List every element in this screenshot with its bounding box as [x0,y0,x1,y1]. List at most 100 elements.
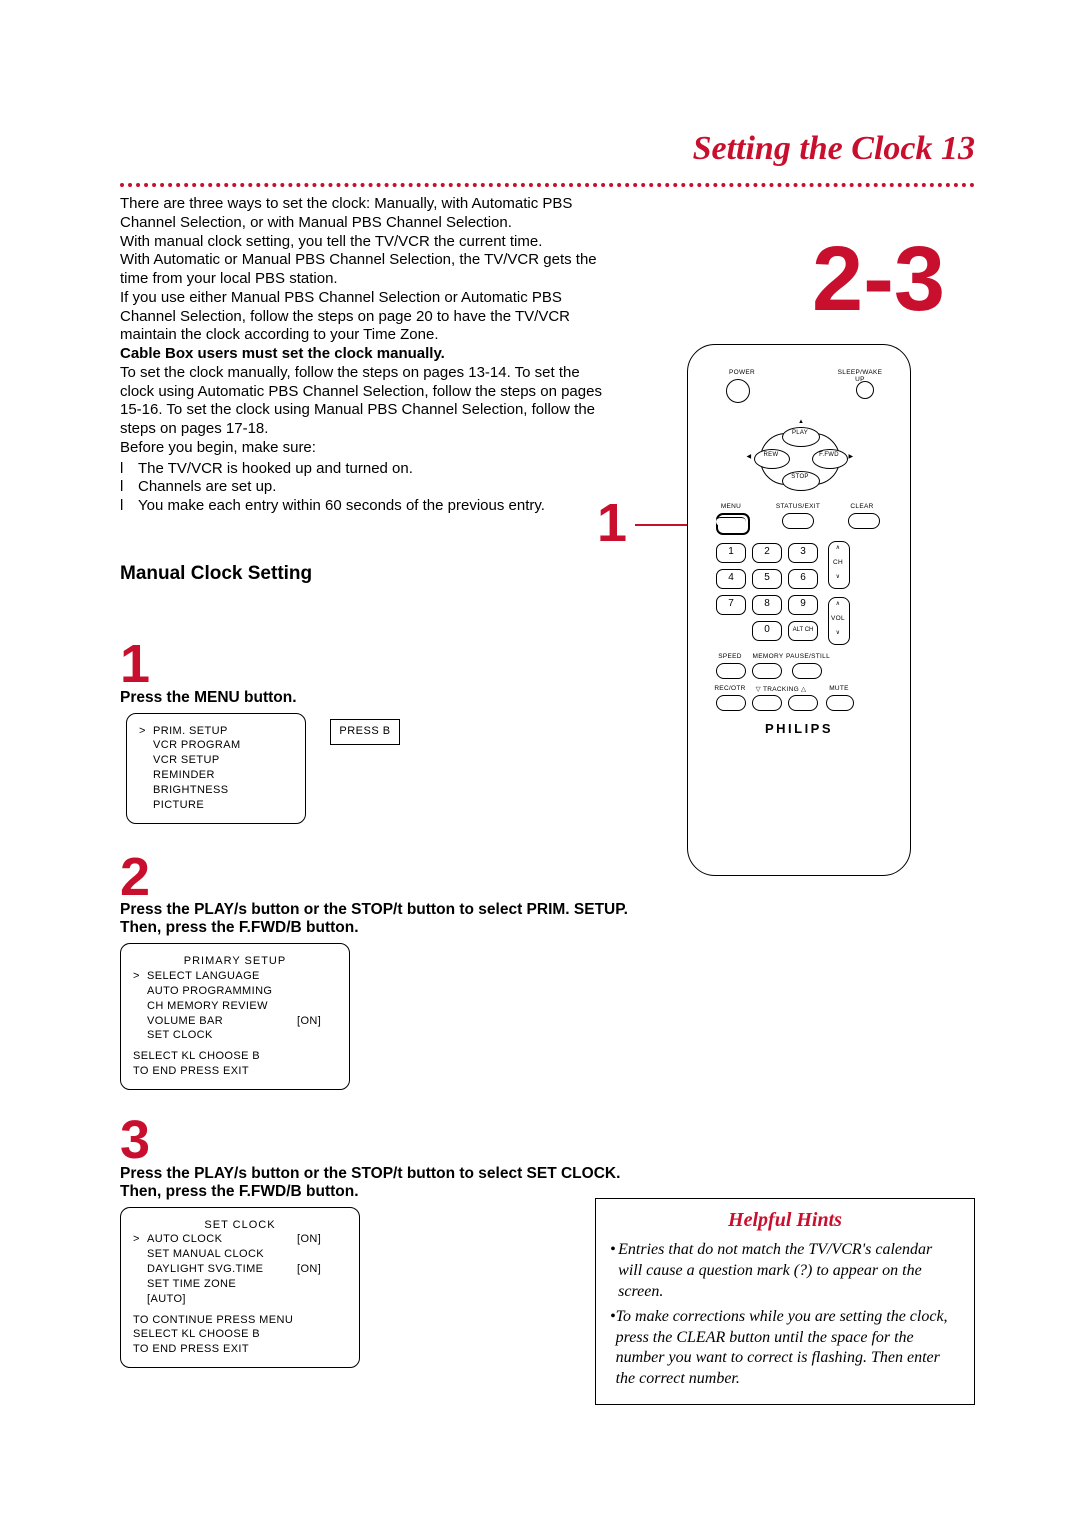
section-heading: Manual Clock Setting [120,562,610,586]
intro-bullets: lThe TV/VCR is hooked up and turned on. … [120,460,610,516]
remote-pause-button[interactable] [792,663,822,679]
osd-line: SELECT LANGUAGE [147,969,297,984]
osd-line: AUTO PROGRAMMING [147,984,297,999]
osd-line: AUTO CLOCK [147,1232,297,1247]
step-number: 3 [120,1116,640,1165]
hint-text: To make corrections while you are settin… [616,1307,960,1390]
remote-label-rew: REW [754,452,788,458]
intro-bullet: The TV/VCR is hooked up and turned on. [138,460,413,479]
remote-key-8[interactable]: 8 [752,595,782,615]
remote-label-status: STATUS/EXIT [768,503,828,510]
intro-bullet: Channels are set up. [138,478,276,497]
osd-line: DAYLIGHT SVG.TIME [147,1262,297,1277]
osd-line: [AUTO] [147,1292,297,1307]
remote-label-memory: MEMORY [748,653,788,660]
remote-rec-button[interactable] [716,695,746,711]
remote-status-button[interactable] [782,513,814,529]
step-callout-2-3: 2-3 [812,240,945,318]
step-1: 1 Press the MENU button. >PRIM. SETUP VC… [120,640,640,833]
callout-pointer [635,524,687,526]
intro-p: With manual clock setting, you tell the … [120,233,610,252]
remote-key-0[interactable]: 0 [752,621,782,641]
step-label: Press the PLAY/s button or the STOP/t bu… [120,901,640,937]
intro-block: There are three ways to set the clock: M… [120,195,610,586]
intro-p: With Automatic or Manual PBS Channel Sel… [120,251,610,289]
remote-label-speed: SPEED [712,653,748,660]
bullet-glyph: l [120,460,138,479]
intro-p: If you use either Manual PBS Channel Sel… [120,289,610,345]
steps-column: 1 Press the MENU button. >PRIM. SETUP VC… [120,640,640,1368]
osd-footer: SELECT KL CHOOSE B [133,1327,347,1342]
osd-title: SET CLOCK [133,1218,347,1233]
remote-brand: PHILIPS [716,721,882,736]
remote-power-button[interactable] [726,379,750,403]
osd-line: SET MANUAL CLOCK [147,1247,297,1262]
remote-tracking-down-button[interactable] [752,695,782,711]
remote-clear-button[interactable] [848,513,880,529]
remote-label-pause: PAUSE/STILL [784,653,832,660]
step-callout-1: 1 [597,492,627,554]
remote-label-menu: MENU [714,503,748,510]
osd-line: PRIM. SETUP [153,724,228,739]
bullet-dot: • [610,1240,618,1302]
remote-label-tracking: ▽ TRACKING △ [746,685,816,693]
remote-label-vol: VOL [828,615,848,622]
remote-label-ffwd: F.FWD [812,452,846,458]
osd-footer: TO END PRESS EXIT [133,1064,337,1079]
remote-tracking-up-button[interactable] [788,695,818,711]
remote-speed-button[interactable] [716,663,746,679]
osd-title: PRIMARY SETUP [133,954,337,969]
remote-control: POWER SLEEP/WAKE UP PLAY REW F.FWD STOP … [687,344,911,876]
hint-text: Entries that do not match the TV/VCR's c… [618,1240,960,1302]
osd-line: VCR PROGRAM [153,738,241,753]
remote-key-9[interactable]: 9 [788,595,818,615]
intro-p: Before you begin, make sure: [120,439,610,458]
remote-label-power: POWER [722,369,762,376]
osd-line: REMINDER [153,768,215,783]
remote-sleep-button[interactable] [856,381,874,399]
remote-key-2[interactable]: 2 [752,543,782,563]
remote-altch-button[interactable]: ALT CH [788,621,818,641]
title-divider [120,183,975,187]
bullet-glyph: l [120,478,138,497]
page-title: Setting the Clock 13 [693,130,975,168]
step-2: 2 Press the PLAY/s button or the STOP/t … [120,853,640,1090]
step-number: 1 [120,640,640,689]
step-3: 3 Press the PLAY/s button or the STOP/t … [120,1116,640,1368]
step-number: 2 [120,853,640,902]
osd-line: VCR SETUP [153,753,220,768]
osd-footer: TO CONTINUE PRESS MENU [133,1313,347,1328]
osd-menu-3: SET CLOCK >AUTO CLOCK[ON] SET MANUAL CLO… [120,1207,360,1369]
remote-label-stop: STOP [782,474,818,480]
remote-label-clear: CLEAR [842,503,882,510]
osd-line: PICTURE [153,798,204,813]
remote-key-3[interactable]: 3 [788,543,818,563]
osd-line: SET CLOCK [147,1028,297,1043]
remote-key-1[interactable]: 1 [716,543,746,563]
osd-pressb: PRESS B [330,719,400,745]
remote-label-sleep: SLEEP/WAKE UP [832,369,888,383]
osd-footer: TO END PRESS EXIT [133,1342,347,1357]
remote-label-ch: CH [828,559,848,566]
osd-line: CH MEMORY REVIEW [147,999,297,1014]
remote-memory-button[interactable] [752,663,782,679]
step-label: Press the PLAY/s button or the STOP/t bu… [120,1165,640,1201]
osd-footer: SELECT KL CHOOSE B [133,1049,337,1064]
osd-menu-1: >PRIM. SETUP VCR PROGRAM VCR SETUP REMIN… [126,713,306,824]
helpful-hints: Helpful Hints •Entries that do not match… [595,1198,975,1405]
remote-key-7[interactable]: 7 [716,595,746,615]
intro-p: To set the clock manually, follow the st… [120,364,610,439]
remote-label-mute: MUTE [824,685,854,692]
remote-key-5[interactable]: 5 [752,569,782,589]
osd-line: VOLUME BAR [147,1014,297,1029]
remote-key-6[interactable]: 6 [788,569,818,589]
intro-p: There are three ways to set the clock: M… [120,195,610,233]
remote-mute-button[interactable] [826,695,854,711]
intro-bold: Cable Box users must set the clock manua… [120,345,610,364]
remote-label-play: PLAY [782,430,818,436]
remote-label-rec: REC/OTR [712,685,748,692]
osd-line: SET TIME ZONE [147,1277,297,1292]
step-label: Press the MENU button. [120,689,640,707]
remote-key-4[interactable]: 4 [716,569,746,589]
bullet-glyph: l [120,497,138,516]
